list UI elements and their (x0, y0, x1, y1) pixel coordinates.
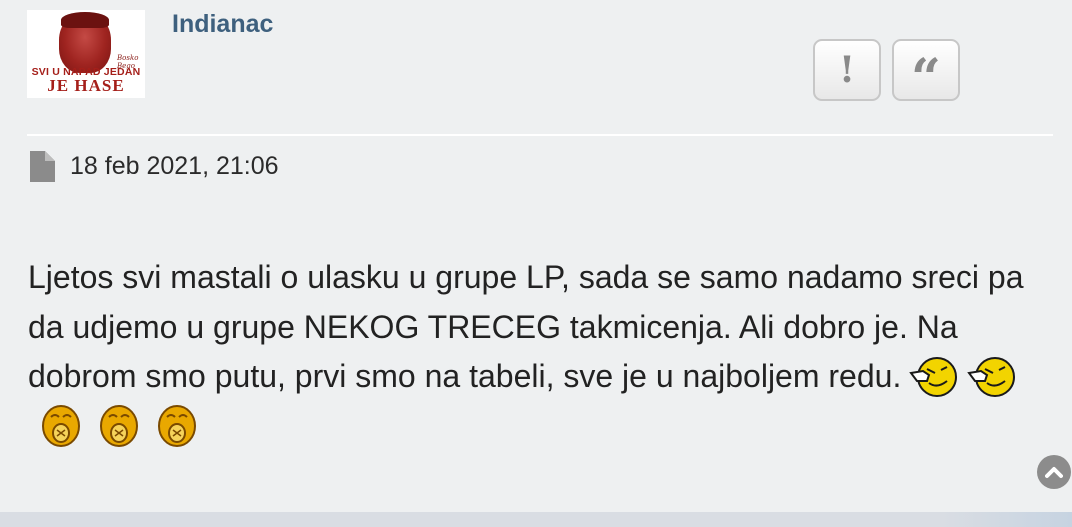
quote-icon: “ (911, 48, 941, 109)
crying-laugh-icon (158, 404, 196, 447)
exclamation-icon: ! (839, 49, 855, 91)
scroll-to-top-button[interactable] (1037, 455, 1071, 489)
post: Bosko Bego SVI U NAPAD JEDAN JE HASE Ind… (0, 0, 1072, 512)
post-text: Ljetos svi mastali o ulasku u grupe LP, … (28, 259, 1024, 394)
pointing-laugh-icon (909, 357, 958, 397)
pointing-laugh-icon (967, 357, 1016, 397)
divider (27, 134, 1053, 136)
post-meta: 18 feb 2021, 21:06 (30, 150, 279, 182)
quote-button[interactable]: “ (892, 39, 960, 105)
avatar[interactable]: Bosko Bego SVI U NAPAD JEDAN JE HASE (27, 10, 145, 98)
next-post-edge (0, 512, 1072, 527)
file-icon (30, 150, 55, 182)
post-date[interactable]: 18 feb 2021, 21:06 (70, 152, 279, 181)
avatar-hair (61, 12, 109, 28)
post-content: Ljetos svi mastali o ulasku u grupe LP, … (28, 253, 1038, 451)
crying-laugh-icon (100, 404, 138, 447)
crying-laugh-icon (42, 404, 80, 447)
avatar-text-line2: JE HASE (47, 76, 125, 95)
report-button[interactable]: ! (813, 39, 881, 101)
post-author[interactable]: Indianac (172, 10, 273, 39)
chevron-up-icon (1045, 467, 1063, 478)
